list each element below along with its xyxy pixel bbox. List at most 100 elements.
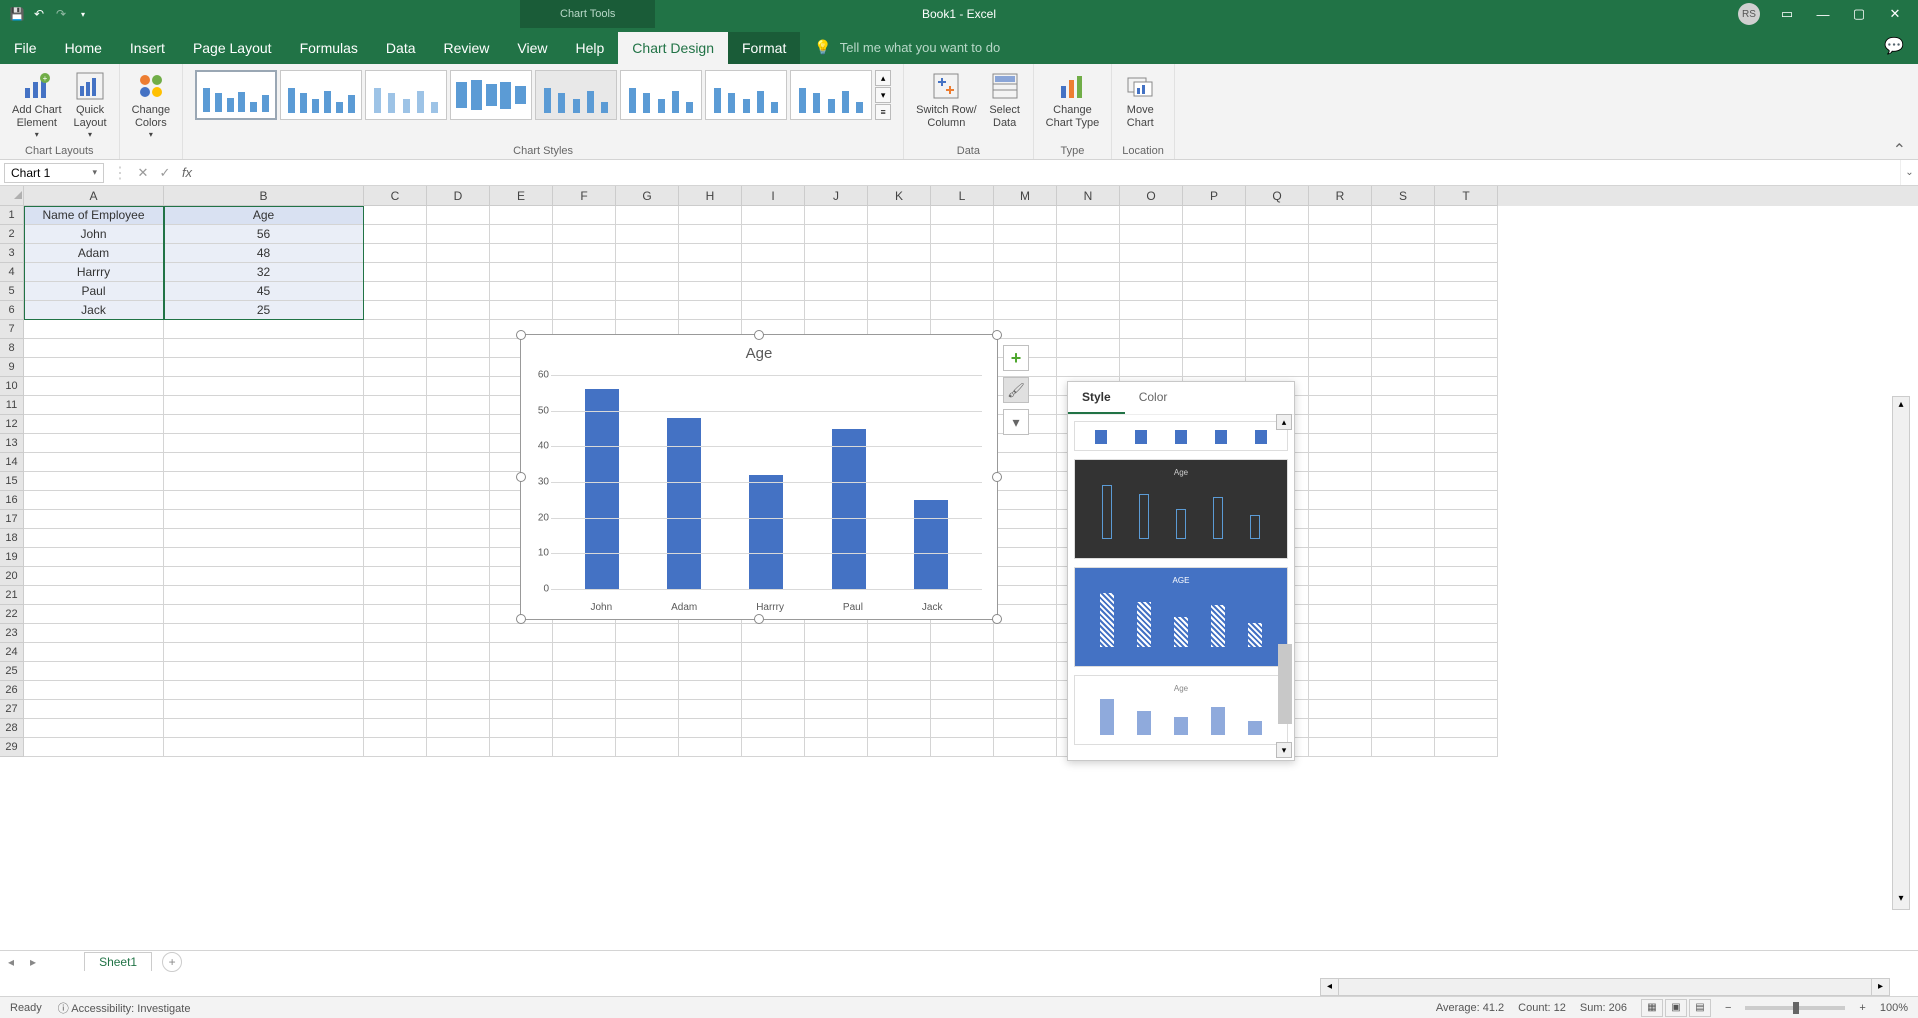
cell[interactable] — [164, 624, 364, 643]
cell[interactable] — [1372, 358, 1435, 377]
change-chart-type-button[interactable]: Change Chart Type — [1044, 68, 1102, 132]
cell[interactable] — [24, 510, 164, 529]
column-header[interactable]: A — [24, 186, 164, 206]
cell[interactable] — [1309, 624, 1372, 643]
cell[interactable] — [364, 320, 427, 339]
column-header[interactable]: H — [679, 186, 742, 206]
cell[interactable] — [1183, 301, 1246, 320]
cell[interactable] — [164, 738, 364, 757]
row-header[interactable]: 12 — [0, 415, 24, 434]
cell[interactable] — [931, 662, 994, 681]
cell[interactable] — [1246, 320, 1309, 339]
popup-scroll-down-icon[interactable]: ▾ — [1276, 742, 1292, 758]
chart-bar[interactable] — [914, 500, 948, 589]
cell[interactable] — [1435, 548, 1498, 567]
column-header[interactable]: O — [1120, 186, 1183, 206]
cell[interactable] — [679, 263, 742, 282]
row-header[interactable]: 19 — [0, 548, 24, 567]
cell[interactable] — [994, 225, 1057, 244]
chart-elements-button[interactable]: + — [1003, 345, 1029, 371]
cell[interactable] — [1372, 567, 1435, 586]
cell[interactable] — [1057, 206, 1120, 225]
undo-icon[interactable]: ↶ — [32, 7, 46, 21]
cell[interactable] — [490, 244, 553, 263]
cell[interactable] — [994, 491, 1057, 510]
cell[interactable] — [164, 529, 364, 548]
cell[interactable] — [1246, 263, 1309, 282]
cell[interactable] — [553, 282, 616, 301]
accessibility-status[interactable]: ⓘ Accessibility: Investigate — [58, 1000, 191, 1016]
resize-handle[interactable] — [516, 330, 526, 340]
cell[interactable] — [994, 282, 1057, 301]
cell[interactable] — [1246, 225, 1309, 244]
cell[interactable] — [616, 301, 679, 320]
cell[interactable] — [994, 263, 1057, 282]
cell[interactable] — [364, 719, 427, 738]
name-box[interactable]: Chart 1▾ — [4, 163, 104, 183]
cell[interactable] — [1183, 358, 1246, 377]
cell[interactable] — [1372, 320, 1435, 339]
cell[interactable] — [868, 624, 931, 643]
cell[interactable] — [616, 719, 679, 738]
cell[interactable] — [364, 681, 427, 700]
cell[interactable] — [868, 662, 931, 681]
cell[interactable] — [553, 244, 616, 263]
cell[interactable] — [164, 472, 364, 491]
cell[interactable] — [164, 586, 364, 605]
cell[interactable] — [805, 681, 868, 700]
cell[interactable] — [1246, 358, 1309, 377]
cell[interactable] — [994, 244, 1057, 263]
cell[interactable] — [805, 738, 868, 757]
cell[interactable] — [616, 225, 679, 244]
chart-style-2[interactable] — [280, 70, 362, 120]
cell[interactable] — [1435, 453, 1498, 472]
cell[interactable] — [364, 263, 427, 282]
cell[interactable] — [490, 700, 553, 719]
cell[interactable] — [490, 282, 553, 301]
cell[interactable] — [1435, 415, 1498, 434]
row-header[interactable]: 21 — [0, 586, 24, 605]
cell[interactable] — [868, 719, 931, 738]
cell[interactable] — [364, 738, 427, 757]
cell[interactable] — [1120, 358, 1183, 377]
column-header[interactable]: E — [490, 186, 553, 206]
cell[interactable] — [931, 301, 994, 320]
cell[interactable] — [994, 719, 1057, 738]
cell[interactable] — [1435, 206, 1498, 225]
cell[interactable] — [931, 225, 994, 244]
cell[interactable] — [1372, 548, 1435, 567]
cell[interactable] — [1057, 301, 1120, 320]
cell[interactable] — [553, 662, 616, 681]
cell[interactable] — [427, 206, 490, 225]
cell[interactable] — [553, 643, 616, 662]
cell[interactable] — [1435, 719, 1498, 738]
cell[interactable] — [490, 624, 553, 643]
cell[interactable] — [994, 206, 1057, 225]
cell[interactable] — [1372, 396, 1435, 415]
cell[interactable] — [1435, 605, 1498, 624]
embedded-chart[interactable]: Age 0102030405060 JohnAdamHarrryPaulJack… — [520, 334, 998, 620]
formula-input[interactable] — [198, 163, 1900, 183]
tell-me-search[interactable]: 💡 Tell me what you want to do — [800, 31, 1014, 64]
cell[interactable]: Harrry — [24, 263, 164, 282]
cell[interactable] — [364, 301, 427, 320]
cell[interactable] — [679, 301, 742, 320]
cell[interactable] — [805, 662, 868, 681]
cell[interactable] — [616, 263, 679, 282]
menu-format[interactable]: Format — [728, 32, 800, 64]
resize-handle[interactable] — [516, 614, 526, 624]
cell[interactable] — [164, 662, 364, 681]
cell[interactable] — [1435, 472, 1498, 491]
cell[interactable] — [1120, 206, 1183, 225]
cell[interactable] — [616, 738, 679, 757]
select-data-button[interactable]: Select Data — [987, 68, 1023, 132]
cell[interactable] — [994, 738, 1057, 757]
cell[interactable] — [994, 320, 1057, 339]
close-icon[interactable]: ✕ — [1886, 6, 1904, 22]
cell[interactable] — [164, 453, 364, 472]
collapse-ribbon-icon[interactable]: ⌃ — [1893, 140, 1906, 160]
cell[interactable] — [679, 719, 742, 738]
cell[interactable] — [24, 415, 164, 434]
cell[interactable] — [1057, 244, 1120, 263]
cell[interactable] — [364, 510, 427, 529]
